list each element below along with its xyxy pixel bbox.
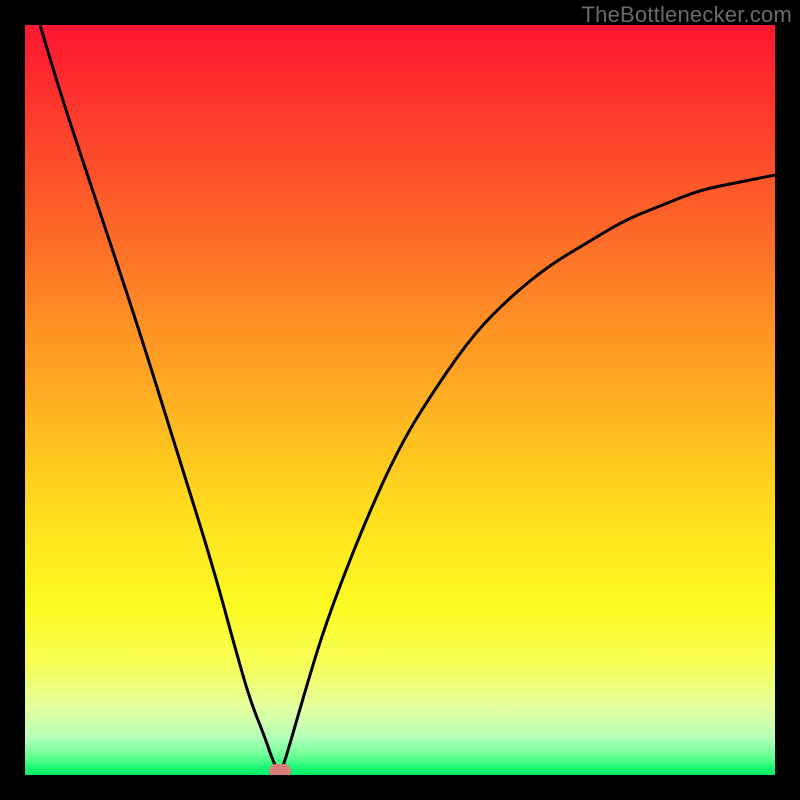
optimal-marker: [269, 764, 291, 775]
curve-path: [40, 25, 775, 771]
plot-area: [25, 25, 775, 775]
chart-frame: TheBottlenecker.com: [0, 0, 800, 800]
bottleneck-curve: [25, 25, 775, 775]
watermark-text: TheBottlenecker.com: [582, 2, 792, 28]
